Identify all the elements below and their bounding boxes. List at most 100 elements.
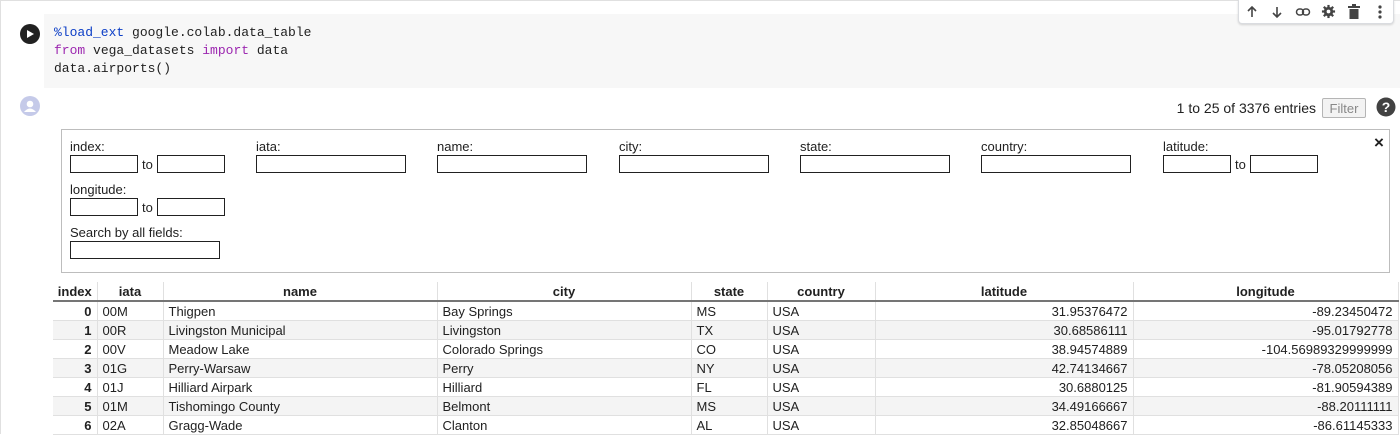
cell-name: Gragg-Wade xyxy=(163,415,438,435)
cell-index: 2 xyxy=(53,339,98,359)
cell-city: Colorado Springs xyxy=(437,339,692,359)
cell-iata: 00R xyxy=(97,320,164,340)
index-from-field[interactable] xyxy=(70,155,138,173)
name-filter-field[interactable] xyxy=(437,155,587,173)
table-row[interactable]: 3 01G Perry-Warsaw Perry NY USA 42.74134667 -78… xyxy=(53,358,1399,378)
cell-index: 4 xyxy=(53,377,98,397)
cell-longitude: -81.90594389 xyxy=(1133,377,1399,397)
cell-latitude: 30.68586111 xyxy=(875,320,1134,340)
play-icon xyxy=(27,30,34,38)
latitude-from-field[interactable] xyxy=(1163,155,1231,173)
cell-name: Tishomingo County xyxy=(163,396,438,416)
cell-country: USA xyxy=(767,396,876,416)
table-row[interactable]: 6 02A Gragg-Wade Clanton AL USA 32.85048667 -86… xyxy=(53,415,1399,435)
column-header-country[interactable]: country xyxy=(767,282,876,302)
cell-state: MS xyxy=(691,301,768,321)
cell-country: USA xyxy=(767,339,876,359)
run-cell-button[interactable] xyxy=(20,24,40,44)
cell-city: Perry xyxy=(437,358,692,378)
cell-name: Perry-Warsaw xyxy=(163,358,438,378)
filter-label-country: country: xyxy=(981,139,1028,154)
cell-iata: 02A xyxy=(97,415,164,435)
cell-city: Livingston xyxy=(437,320,692,340)
column-header-longitude[interactable]: longitude xyxy=(1133,282,1399,302)
code-text[interactable]: %load_ext google.colab.data_tablefrom ve… xyxy=(54,24,311,78)
cell-name: Thigpen xyxy=(163,301,438,321)
cell-country: USA xyxy=(767,320,876,340)
data-table: index iata name city state country latitude lon… xyxy=(53,282,1399,435)
filter-label-name: name: xyxy=(437,139,474,154)
cell-index: 5 xyxy=(53,396,98,416)
cell-longitude: -104.56989329999999 xyxy=(1133,339,1399,359)
cell-longitude: -78.05208056 xyxy=(1133,358,1399,378)
cell-longitude: -95.01792778 xyxy=(1133,320,1399,340)
output-avatar-icon xyxy=(20,96,40,116)
output-gutter xyxy=(0,88,52,434)
cell-index: 3 xyxy=(53,358,98,378)
cell-state: MS xyxy=(691,396,768,416)
cell-latitude: 34.49166667 xyxy=(875,396,1134,416)
cell-toolbar xyxy=(1238,0,1394,24)
cell-state: FL xyxy=(691,377,768,397)
help-icon[interactable]: ? xyxy=(1376,97,1396,117)
arrow-down-icon[interactable] xyxy=(1268,3,1286,21)
cell-index: 1 xyxy=(53,320,98,340)
column-header-state[interactable]: state xyxy=(691,282,768,302)
cell-city: Bay Springs xyxy=(437,301,692,321)
cell-latitude: 42.74134667 xyxy=(875,358,1134,378)
cell-iata: 00V xyxy=(97,339,164,359)
cell-city: Clanton xyxy=(437,415,692,435)
cell-iata: 01G xyxy=(97,358,164,378)
code-line: from vega_datasets import data xyxy=(54,43,289,58)
column-header-name[interactable]: name xyxy=(163,282,438,302)
cell-country: USA xyxy=(767,301,876,321)
trash-icon[interactable] xyxy=(1345,3,1363,21)
cell-state: TX xyxy=(691,320,768,340)
link-icon[interactable] xyxy=(1294,3,1312,21)
filter-label-city: city: xyxy=(619,139,643,154)
table-row[interactable]: 1 00R Livingston Municipal Livingston TX USA 3… xyxy=(53,320,1399,340)
country-filter-field[interactable] xyxy=(981,155,1131,173)
close-filter-icon[interactable]: × xyxy=(1374,134,1384,152)
cell-country: USA xyxy=(767,377,876,397)
table-header-row: index iata name city state country latitude lon… xyxy=(53,282,1399,302)
table-row[interactable]: 4 01J Hilliard Airpark Hilliard FL USA 30.6880… xyxy=(53,377,1399,397)
latitude-to-field[interactable] xyxy=(1250,155,1318,173)
state-filter-field[interactable] xyxy=(800,155,950,173)
code-line: %load_ext google.colab.data_table xyxy=(54,25,312,40)
filter-button[interactable]: Filter xyxy=(1322,98,1366,118)
column-header-city[interactable]: city xyxy=(437,282,692,302)
table-row[interactable]: 0 00M Thigpen Bay Springs MS USA 31.95376472 -8… xyxy=(53,301,1399,321)
cell-index: 0 xyxy=(53,301,98,321)
cell-latitude: 31.95376472 xyxy=(875,301,1134,321)
cell-iata: 01M xyxy=(97,396,164,416)
more-vert-icon[interactable] xyxy=(1371,3,1389,21)
cell-latitude: 38.94574889 xyxy=(875,339,1134,359)
longitude-to-field[interactable] xyxy=(157,198,225,216)
iata-filter-field[interactable] xyxy=(256,155,406,173)
search-all-field[interactable] xyxy=(70,241,220,259)
cell-name: Meadow Lake xyxy=(163,339,438,359)
to-label: to xyxy=(142,200,153,215)
table-body: 0 00M Thigpen Bay Springs MS USA 31.95376472 -8… xyxy=(53,301,1399,435)
cell-name: Hilliard Airpark xyxy=(163,377,438,397)
index-to-field[interactable] xyxy=(157,155,225,173)
table-row[interactable]: 2 00V Meadow Lake Colorado Springs CO USA 38.9… xyxy=(53,339,1399,359)
cell-latitude: 32.85048667 xyxy=(875,415,1134,435)
column-header-index[interactable]: index xyxy=(53,282,98,302)
code-line: data.airports() xyxy=(54,61,172,76)
cell-iata: 00M xyxy=(97,301,164,321)
column-header-iata[interactable]: iata xyxy=(97,282,164,302)
cell-country: USA xyxy=(767,415,876,435)
to-label: to xyxy=(142,157,153,172)
column-header-latitude[interactable]: latitude xyxy=(875,282,1134,302)
cell-latitude: 30.6880125 xyxy=(875,377,1134,397)
gear-icon[interactable] xyxy=(1320,3,1338,21)
filter-label-search-all: Search by all fields: xyxy=(70,225,183,240)
arrow-up-icon[interactable] xyxy=(1243,3,1261,21)
to-label: to xyxy=(1235,157,1246,172)
cell-index: 6 xyxy=(53,415,98,435)
table-row[interactable]: 5 01M Tishomingo County Belmont MS USA 34.4916… xyxy=(53,396,1399,416)
longitude-from-field[interactable] xyxy=(70,198,138,216)
city-filter-field[interactable] xyxy=(619,155,769,173)
